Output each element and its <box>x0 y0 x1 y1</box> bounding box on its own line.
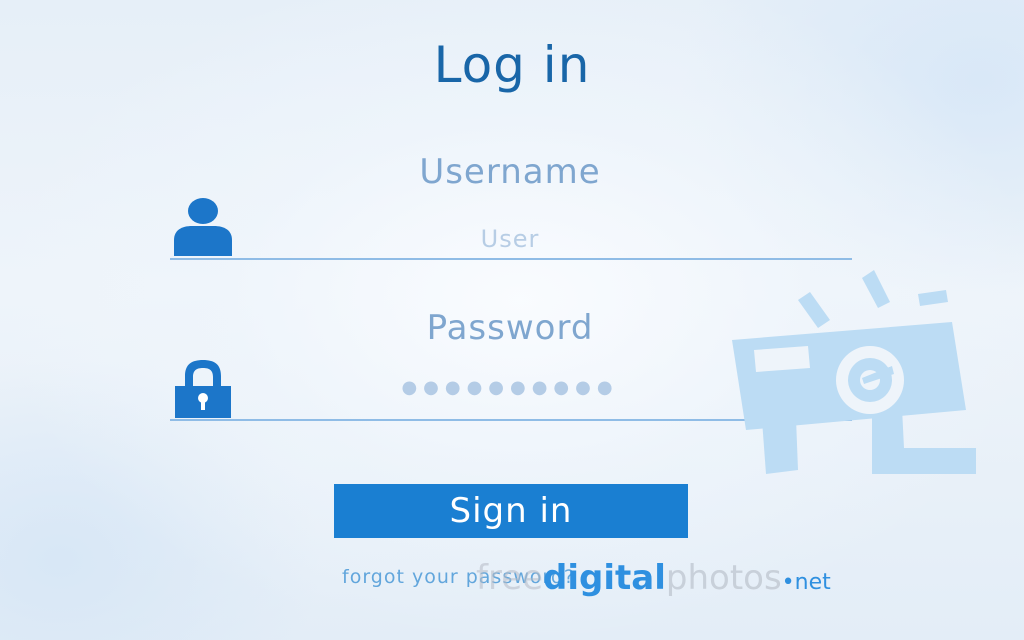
username-underline <box>170 258 852 260</box>
user-icon <box>174 198 232 256</box>
page-title: Log in <box>433 36 591 94</box>
watermark-net: •net <box>781 570 831 595</box>
watermark-free: free <box>476 558 544 598</box>
lock-icon <box>175 360 231 418</box>
username-label: Username <box>419 152 601 192</box>
watermark-photos: photos <box>665 558 782 598</box>
password-label: Password <box>426 308 594 348</box>
username-input[interactable] <box>250 221 770 257</box>
mascot-logo <box>732 270 976 474</box>
password-input[interactable]: ●●●●●●●●●● <box>250 377 770 413</box>
signin-button[interactable]: Sign in <box>334 484 688 538</box>
watermark-digital: digital <box>543 558 666 598</box>
watermark: freedigitalphotos•net <box>476 558 831 598</box>
